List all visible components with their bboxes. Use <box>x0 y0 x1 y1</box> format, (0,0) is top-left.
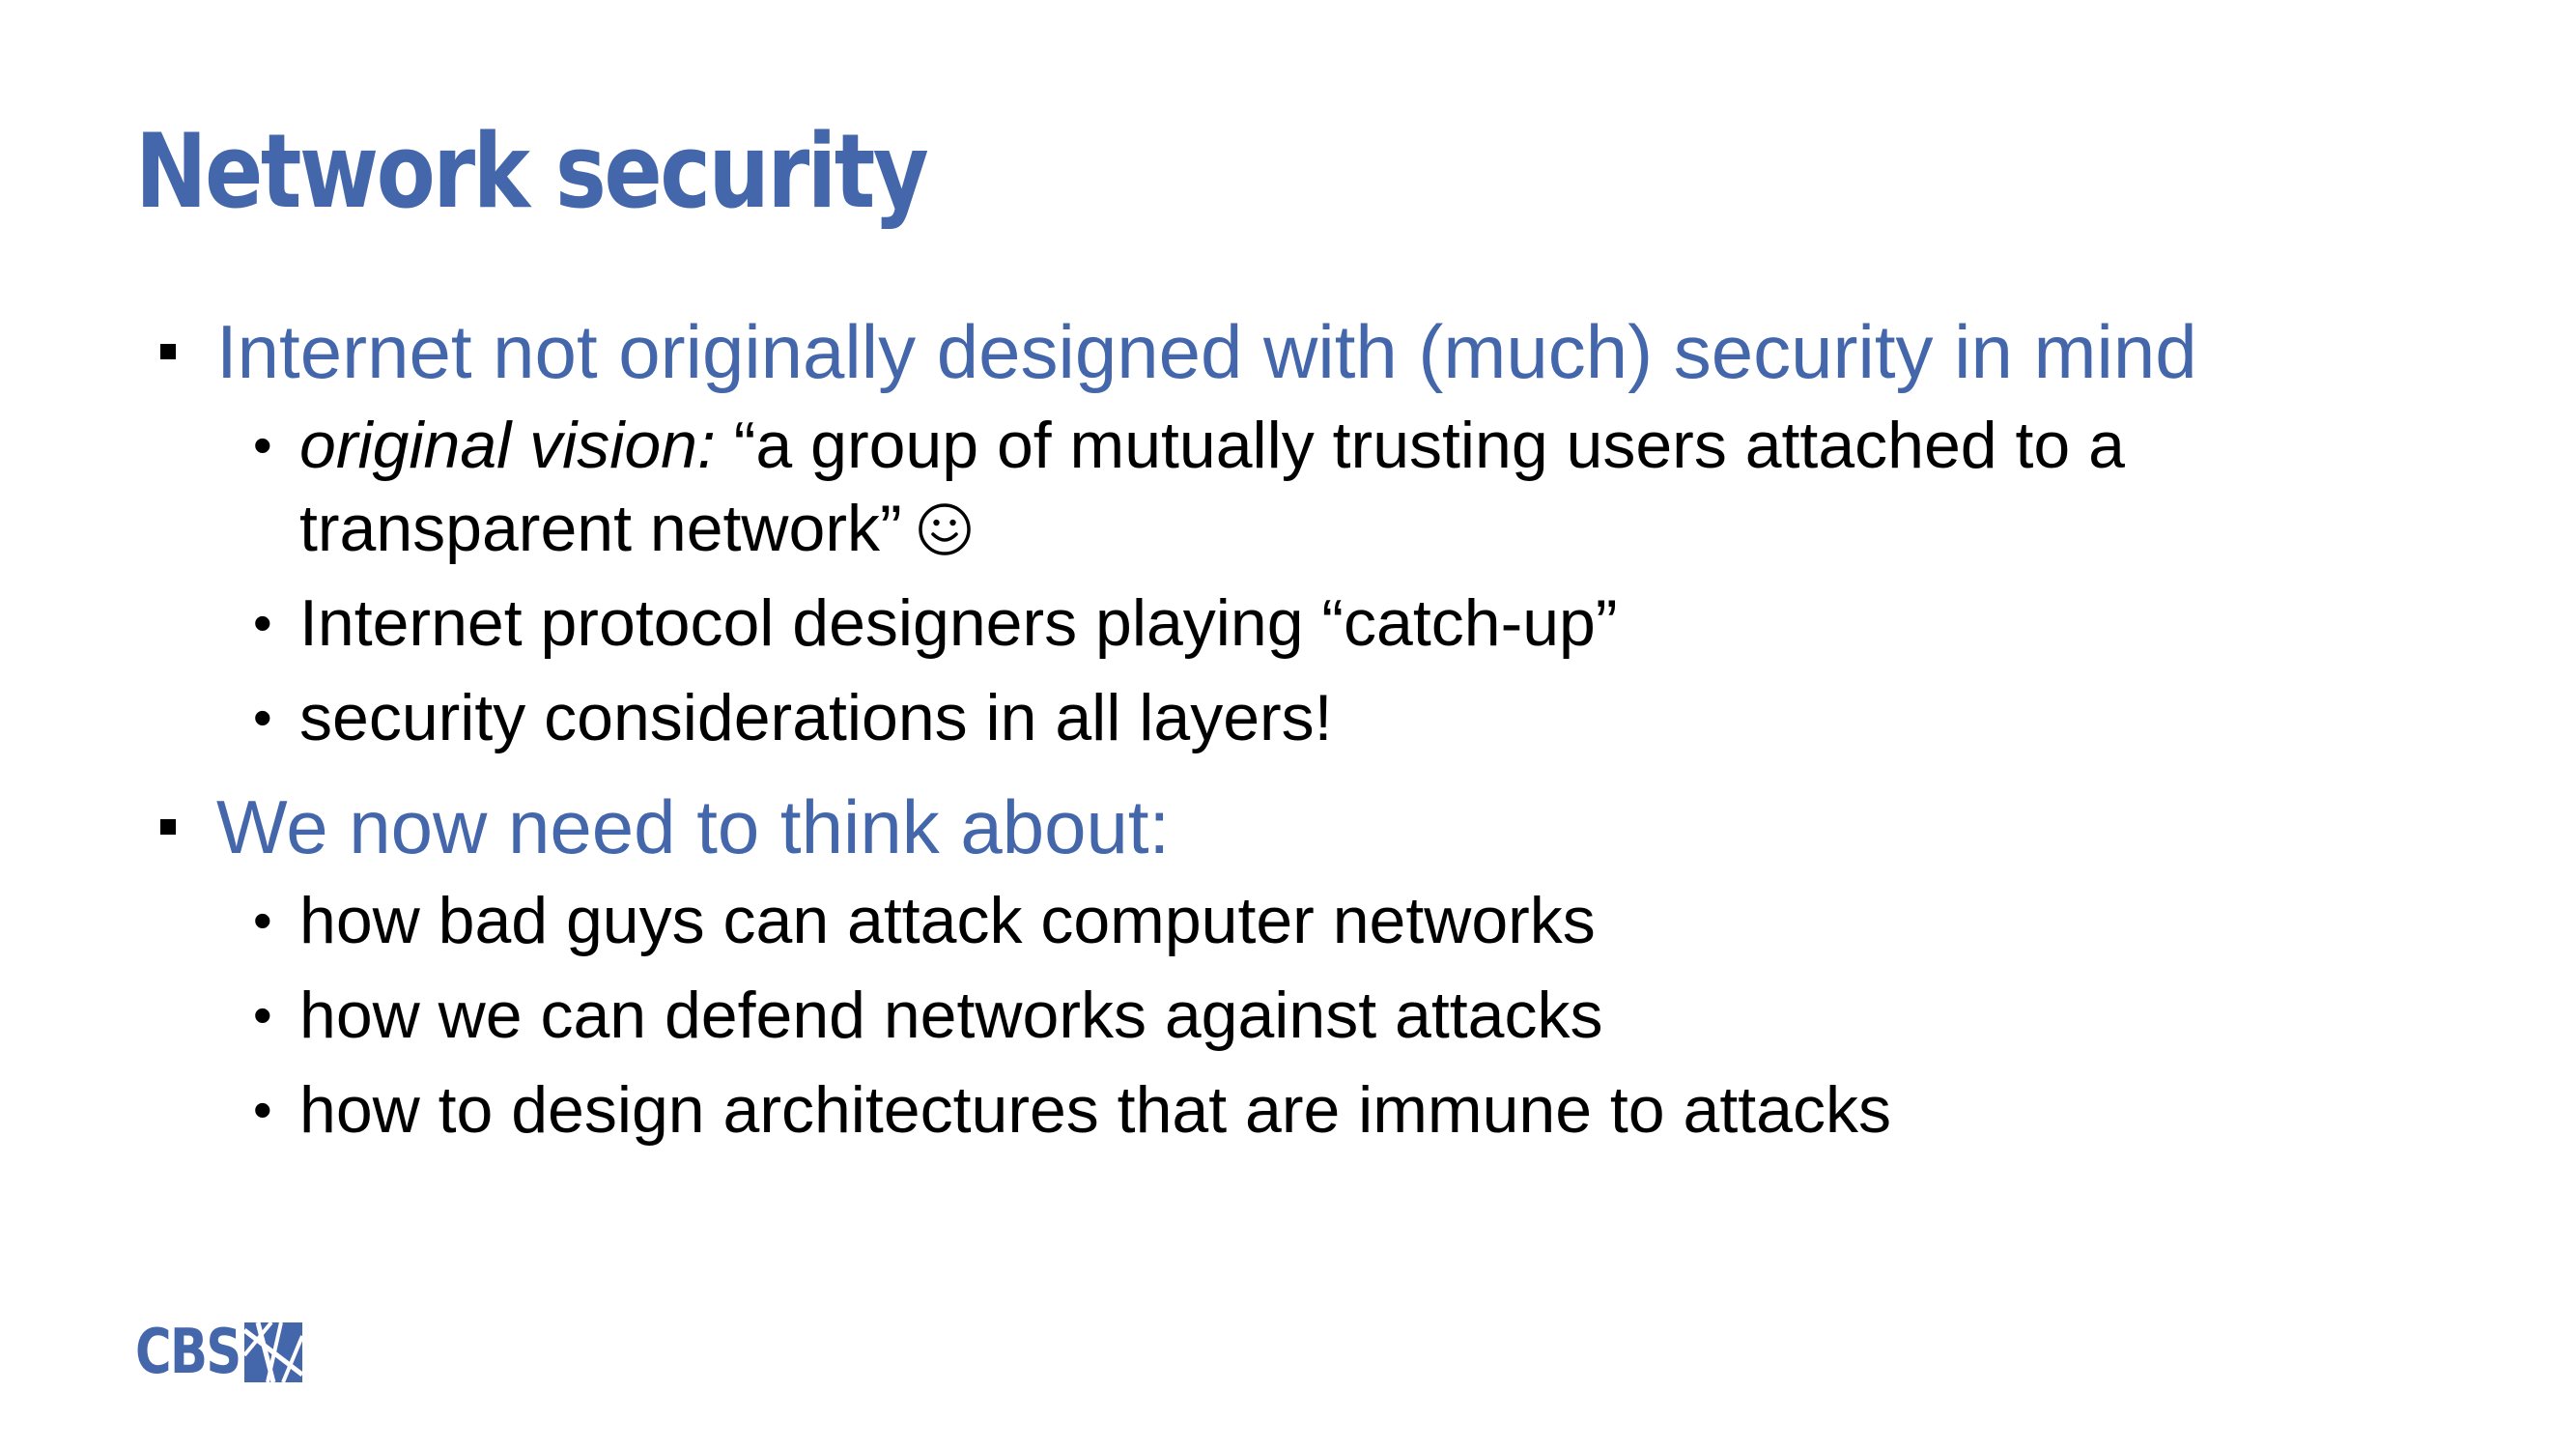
slide-title: Network security <box>135 112 929 231</box>
section-heading-2: We now need to think about: <box>155 775 2473 879</box>
bullet-item: • security considerations in all layers! <box>155 676 2473 759</box>
bullet-list-1: • original vision: “a group of mutually … <box>155 404 2473 759</box>
section-heading-text: We now need to think about: <box>216 784 1171 869</box>
round-bullet-icon: • <box>253 592 272 653</box>
square-bullet-icon <box>160 819 176 835</box>
bullet-text: “a group of mutually trusting users atta… <box>715 409 2125 482</box>
bullet-item: • how we can defend networks against att… <box>155 974 2473 1057</box>
square-bullet-icon <box>160 344 176 359</box>
round-bullet-icon: • <box>253 890 272 951</box>
bullet-text: how to design architectures that are imm… <box>299 1073 1891 1147</box>
round-bullet-icon: • <box>253 687 272 748</box>
round-bullet-icon: • <box>253 984 272 1045</box>
bullet-text: how we can defend networks against attac… <box>299 979 1603 1052</box>
cbs-logo-mark-icon <box>244 1322 302 1382</box>
bullet-item: • original vision: “a group of mutually … <box>155 404 2473 570</box>
cbs-logo: CBS <box>135 1321 302 1383</box>
bullet-text: security considerations in all layers! <box>299 681 1333 754</box>
slide: Network security Internet not originally… <box>0 0 2576 1449</box>
round-bullet-icon: • <box>253 1079 272 1140</box>
slide-body: Internet not originally designed with (m… <box>155 299 2473 1167</box>
bullet-item: • how to design architectures that are i… <box>155 1068 2473 1151</box>
bullet-text: how bad guys can attack computer network… <box>299 884 1596 957</box>
section-heading-1: Internet not originally designed with (m… <box>155 299 2473 404</box>
bullet-text: Internet protocol designers playing “cat… <box>299 586 1618 660</box>
bullet-item: • Internet protocol designers playing “c… <box>155 582 2473 665</box>
bullet-italic-prefix: original vision: <box>299 409 716 482</box>
bullet-text-continued: transparent network” <box>299 492 902 565</box>
round-bullet-icon: • <box>253 414 272 475</box>
bullet-item: • how bad guys can attack computer netwo… <box>155 879 2473 962</box>
bullet-list-2: • how bad guys can attack computer netwo… <box>155 879 2473 1151</box>
logo-text: CBS <box>135 1317 241 1388</box>
section-heading-text: Internet not originally designed with (m… <box>216 309 2197 394</box>
smiley-face-icon <box>918 503 971 555</box>
